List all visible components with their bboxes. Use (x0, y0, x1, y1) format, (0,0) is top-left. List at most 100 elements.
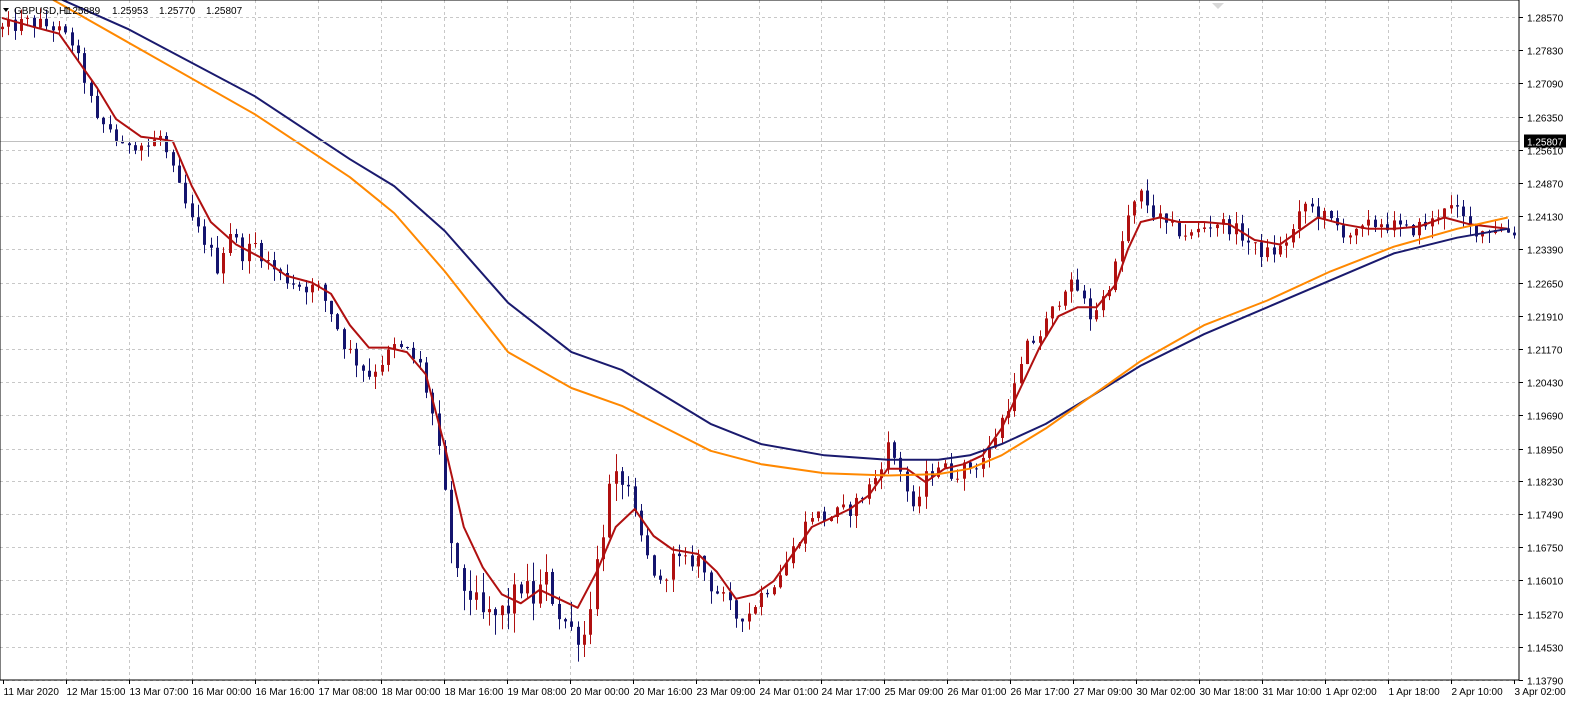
candle-body (128, 143, 131, 146)
candle-body (1443, 208, 1446, 218)
candle-body (1469, 216, 1472, 224)
candle-body (1266, 247, 1269, 258)
candle-body (77, 45, 80, 54)
x-tick-label: 1 Apr 02:00 (1326, 687, 1378, 698)
candle-body (501, 605, 504, 616)
candle-body (646, 535, 649, 556)
candle-body (1039, 336, 1042, 343)
candle-body (722, 592, 725, 594)
candle-body (1076, 279, 1079, 291)
candle-body (1330, 211, 1333, 219)
candle-body (615, 471, 618, 484)
candle-body (406, 346, 409, 348)
chart-background (0, 0, 1596, 716)
candle-body (887, 442, 890, 470)
candle-body (558, 603, 561, 620)
candle-body (1405, 224, 1408, 226)
candle-body (1121, 241, 1124, 262)
candle-body (482, 592, 485, 613)
candle-body (1089, 298, 1092, 320)
y-tick-label: 1.18230 (1527, 478, 1564, 489)
y-tick-label: 1.13790 (1527, 677, 1564, 688)
candle-body (691, 555, 694, 567)
candle-body (1140, 190, 1143, 202)
candle-body (488, 609, 491, 613)
candle-body (1513, 232, 1516, 236)
candle-body (96, 95, 99, 118)
candle-body (817, 511, 820, 519)
candle-body (564, 619, 567, 622)
candle-body (165, 135, 168, 153)
candle-body (893, 442, 896, 458)
ohlc-open: 1.25889 (64, 6, 101, 17)
candle-body (1152, 205, 1155, 218)
candle-body (229, 233, 232, 253)
gbpusd-h1-chart[interactable]: 1.25807 1.28570 1.27830 1.27090 1.26350 1.25… (0, 0, 1596, 716)
candle-body (469, 590, 472, 600)
candle-body (1184, 235, 1187, 237)
candle-body (1456, 205, 1459, 207)
y-tick-label: 1.21910 (1527, 313, 1564, 324)
candle-body (305, 286, 308, 293)
candle-body (494, 609, 497, 616)
candle-body (1133, 201, 1136, 216)
candle-body (760, 592, 763, 608)
y-tick-label: 1.17490 (1527, 511, 1564, 522)
candle-body (1, 26, 4, 30)
candle-body (216, 247, 219, 274)
y-tick-label: 1.24130 (1527, 213, 1564, 224)
candle-body (1032, 340, 1035, 343)
candle-body (1026, 340, 1029, 365)
x-tick-label: 3 Apr 02:00 (1515, 687, 1567, 698)
candle-body (311, 284, 314, 293)
x-tick-label: 26 Mar 01:00 (948, 687, 1007, 698)
candle-body (1399, 220, 1402, 225)
candle-body (570, 621, 573, 627)
candle-body (1462, 206, 1465, 217)
y-tick-label: 1.21170 (1527, 346, 1563, 357)
y-tick-label: 1.14530 (1527, 644, 1564, 655)
candle-body (197, 217, 200, 227)
candle-body (381, 364, 384, 372)
candle-body (735, 600, 738, 619)
candle-body (1051, 306, 1054, 319)
candle-body (115, 129, 118, 141)
candle-body (1020, 364, 1023, 384)
x-tick-label: 18 Mar 00:00 (382, 687, 441, 698)
candle-body (1146, 190, 1149, 206)
candle-body (140, 145, 143, 151)
x-tick-label: 19 Mar 08:00 (508, 687, 567, 698)
candle-body (773, 587, 776, 595)
candle-body (741, 618, 744, 622)
candle-body (400, 344, 403, 347)
candle-body (716, 591, 719, 594)
candle-body (944, 463, 947, 468)
x-tick-label: 27 Mar 09:00 (1074, 687, 1133, 698)
y-tick-label: 1.20430 (1527, 379, 1564, 390)
candle-body (52, 26, 55, 31)
candle-body (779, 575, 782, 588)
candle-body (343, 329, 346, 350)
candle-body (349, 348, 352, 350)
candle-body (653, 555, 656, 576)
candle-body (178, 165, 181, 183)
x-tick-label: 23 Mar 09:00 (697, 687, 756, 698)
candle-body (153, 139, 156, 147)
candle-body (298, 284, 301, 287)
candle-body (748, 613, 751, 622)
candle-body (1064, 291, 1067, 306)
candle-body (1254, 242, 1257, 244)
candle-body (102, 117, 105, 125)
candle-body (1418, 221, 1421, 236)
candle-body (20, 18, 23, 31)
candle-body (1095, 310, 1098, 320)
ohlc-close: 1.25807 (206, 6, 243, 17)
candle-body (1190, 232, 1193, 236)
y-tick-label: 1.22650 (1527, 280, 1564, 291)
candle-body (640, 510, 643, 536)
candle-body (203, 226, 206, 245)
candle-body (912, 491, 915, 507)
candle-body (507, 605, 510, 614)
x-tick-label: 26 Mar 17:00 (1011, 687, 1070, 698)
candle-body (1355, 228, 1358, 236)
